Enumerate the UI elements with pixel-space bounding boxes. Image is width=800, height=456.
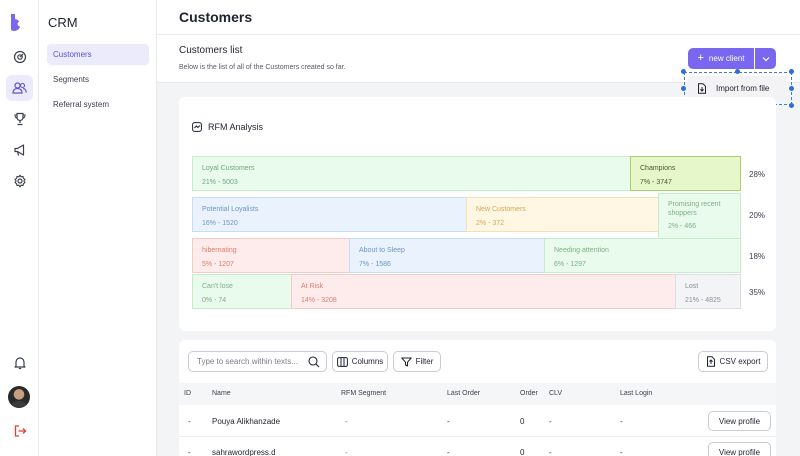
rfm-segment-lost[interactable]: Lost 21% - 4825 [675, 274, 741, 309]
selection-handle[interactable] [681, 69, 686, 74]
cell-last-login: - [620, 417, 623, 426]
chevron-down-icon [762, 56, 769, 61]
row-divider [179, 436, 776, 437]
secondary-nav: CRM Customers Segments Referral system [39, 0, 157, 456]
nav-item-referral-system[interactable]: Referral system [47, 94, 149, 115]
view-profile-button[interactable]: View profile [708, 442, 771, 456]
new-client-dropdown-button[interactable] [755, 48, 776, 69]
cell-rfm-segment: - [345, 448, 348, 456]
csv-export-label: CSV export [719, 357, 761, 366]
search-icon [308, 356, 320, 368]
column-header-last-order[interactable]: Last Order [447, 390, 480, 397]
trophy-icon[interactable] [6, 106, 33, 132]
nav-item-segments[interactable]: Segments [47, 69, 149, 90]
cell-order: 0 [520, 448, 525, 456]
logout-icon[interactable] [6, 418, 33, 444]
cell-name: sahrawordpress.d [212, 448, 276, 456]
app-logo-icon[interactable] [9, 13, 27, 31]
cell-clv: - [549, 448, 552, 456]
file-import-icon [698, 82, 706, 94]
selection-handle[interactable] [789, 69, 794, 74]
cell-last-login: - [620, 448, 623, 456]
rfm-segment-cant-lose[interactable]: Can't lose 0% - 74 [192, 274, 292, 309]
rfm-row-percent: 18% [749, 252, 766, 261]
cell-order: 0 [520, 417, 525, 426]
filter-button[interactable]: Filter [393, 351, 441, 372]
rfm-segment-at-risk[interactable]: At Risk 14% - 3208 [291, 274, 676, 309]
rfm-segment-champions[interactable]: Champions 7% - 3747 [630, 156, 741, 191]
chart-icon [192, 122, 202, 132]
megaphone-icon[interactable] [6, 137, 33, 163]
column-header-clv[interactable]: CLV [549, 390, 562, 397]
csv-export-button[interactable]: CSV export [698, 351, 768, 372]
rfm-segment-needing-attention[interactable]: Needing attention 6% - 1297 [544, 238, 741, 273]
rfm-row-percent: 20% [749, 211, 766, 220]
column-header-id[interactable]: ID [184, 390, 191, 397]
rfm-segment-new-customers[interactable]: New Customers 2% - 372 [466, 197, 659, 232]
list-subtitle: Below is the list of all of the Customer… [179, 64, 346, 71]
view-profile-button[interactable]: View profile [708, 411, 771, 431]
app-title: CRM [48, 15, 78, 30]
page-header: Customers [157, 0, 800, 35]
rfm-segment-promising-recent-shoppers[interactable]: Promising recent shoppers 2% - 466 [658, 193, 741, 239]
icon-rail [0, 0, 39, 456]
rfm-segment-loyal-customers[interactable]: Loyal Customers 21% - 5003 [192, 156, 631, 191]
cell-name: Pouya Alikhanzade [212, 417, 281, 426]
settings-gear-icon[interactable] [6, 168, 33, 194]
column-header-rfm-segment[interactable]: RFM Segment [341, 390, 386, 397]
rfm-segment-about-to-sleep[interactable]: About to Sleep 7% - 1586 [349, 238, 545, 273]
column-header-last-login[interactable]: Last Login [620, 390, 652, 397]
page-title: Customers [179, 9, 253, 25]
import-from-file-label: Import from file [716, 83, 770, 93]
cell-id: - [188, 417, 191, 426]
plus-icon: + [697, 52, 704, 64]
nav-item-customers[interactable]: Customers [47, 44, 149, 65]
cell-last-order: - [447, 448, 450, 456]
new-client-button[interactable]: + new client [688, 48, 754, 69]
notification-bell-icon[interactable] [6, 350, 33, 376]
cell-last-order: - [447, 417, 450, 426]
cell-rfm-segment: - [345, 417, 348, 426]
columns-icon [336, 356, 348, 367]
selection-handle[interactable] [735, 69, 740, 74]
users-icon[interactable] [6, 75, 33, 101]
filter-label: Filter [415, 357, 434, 366]
dashboard-icon[interactable] [6, 44, 33, 70]
list-title: Customers list [179, 45, 243, 56]
columns-label: Columns [351, 357, 384, 366]
search-placeholder: Type to search within texts... [197, 357, 298, 366]
selection-handle[interactable] [681, 86, 686, 91]
user-avatar[interactable] [8, 386, 30, 408]
cell-id: - [188, 448, 191, 456]
column-header-order[interactable]: Order [520, 390, 538, 397]
new-client-label: new client [708, 54, 745, 63]
rfm-row-percent: 35% [749, 288, 766, 297]
rfm-segment-hibernating[interactable]: hibernating 5% - 1207 [192, 238, 350, 273]
rfm-segment-potential-loyalists[interactable]: Potential Loyalists 16% - 1520 [192, 197, 467, 232]
file-export-icon [706, 356, 715, 367]
column-header-name[interactable]: Name [212, 390, 231, 397]
rfm-title: RFM Analysis [192, 122, 263, 132]
selection-handle[interactable] [789, 103, 794, 108]
search-input[interactable]: Type to search within texts... [188, 351, 327, 372]
rfm-row-percent: 28% [749, 170, 766, 179]
cell-clv: - [549, 417, 552, 426]
selection-handle[interactable] [789, 86, 794, 91]
filter-icon [400, 357, 412, 366]
columns-button[interactable]: Columns [332, 351, 388, 372]
